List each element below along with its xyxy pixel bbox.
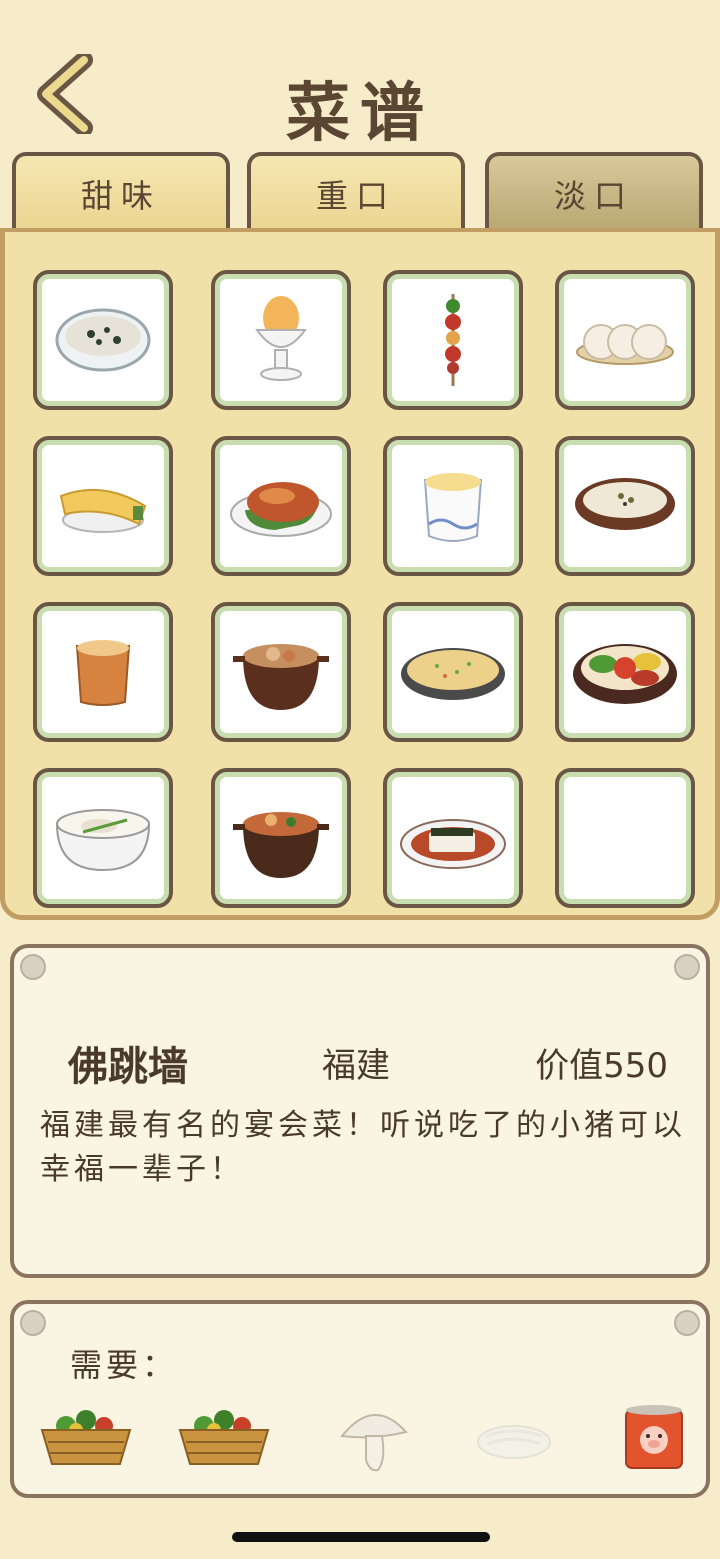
fish-soup-pot-icon: [55, 809, 151, 872]
pin-icon: [20, 1310, 46, 1336]
recipe-cell[interactable]: [555, 602, 695, 742]
recipe-cell[interactable]: [33, 768, 173, 908]
recipe-cell[interactable]: [211, 602, 351, 742]
recipe-cell[interactable]: [383, 436, 523, 576]
pin-icon: [674, 954, 700, 980]
vegetable-basket-icon: [40, 1410, 132, 1465]
rice-cakes-plate-icon: [576, 324, 674, 365]
dish-description: 福建最有名的宴会菜！听说吃了的小猪可以幸福一辈子！: [40, 1108, 686, 1187]
requirements-label: 需要：: [70, 1346, 179, 1384]
soup-bowl-icon: [575, 478, 675, 530]
steamed-egg-cup-icon: [423, 473, 483, 542]
requirements-card: 需要：: [10, 1300, 710, 1498]
mushroom-icon: [340, 1414, 408, 1472]
vegetable-basket-icon: [178, 1410, 270, 1465]
recipe-cell[interactable]: [383, 768, 523, 908]
recipe-cell[interactable]: [555, 436, 695, 576]
recipe-cell[interactable]: [211, 436, 351, 576]
pin-icon: [20, 954, 46, 980]
recipe-cell[interactable]: [555, 270, 695, 410]
recipe-cell[interactable]: [33, 436, 173, 576]
pin-icon: [674, 1310, 700, 1336]
recipe-cell[interactable]: [383, 602, 523, 742]
skewer-icon: [445, 294, 461, 386]
page-title: 菜谱: [286, 77, 434, 151]
dish-value: 价值550: [535, 1046, 668, 1086]
recipe-cell[interactable]: [33, 602, 173, 742]
tab-heavy[interactable]: 重口: [247, 152, 465, 232]
claypot-stew-icon: [233, 644, 329, 710]
roast-duck-icon: [230, 482, 332, 537]
dish-origin: 福建: [322, 1046, 390, 1086]
recipe-cell[interactable]: [33, 270, 173, 410]
milk-tea-cup-icon: [75, 640, 131, 706]
header: 菜谱: [0, 0, 720, 151]
tab-light[interactable]: 淡口: [485, 152, 703, 232]
recipe-cell[interactable]: [383, 270, 523, 410]
tofu-dish-icon: [400, 819, 506, 869]
home-indicator[interactable]: [232, 1532, 490, 1542]
category-tabs: 甜味 重口 淡口: [0, 152, 720, 232]
pig-can-icon: [625, 1405, 683, 1469]
recipe-cell-empty[interactable]: [555, 768, 695, 908]
recipe-panel: [0, 228, 720, 920]
noodles-icon: [477, 1425, 551, 1459]
recipe-cell[interactable]: [211, 270, 351, 410]
tab-sweet[interactable]: 甜味: [12, 152, 230, 232]
spicy-claypot-icon: [233, 812, 329, 878]
congee-bowl-icon: [55, 308, 151, 372]
fried-rice-icon: [401, 648, 505, 700]
recipe-cell[interactable]: [211, 768, 351, 908]
boiled-egg-cup-icon: [255, 296, 307, 381]
recipe-detail-card: 佛跳墙 福建 价值550 福建最有名的宴会菜！听说吃了的小猪可以幸福一辈子！: [10, 944, 710, 1278]
egg-roll-icon: [59, 488, 147, 533]
bibimbap-icon: [573, 644, 677, 704]
dish-name: 佛跳墙: [68, 1044, 188, 1090]
